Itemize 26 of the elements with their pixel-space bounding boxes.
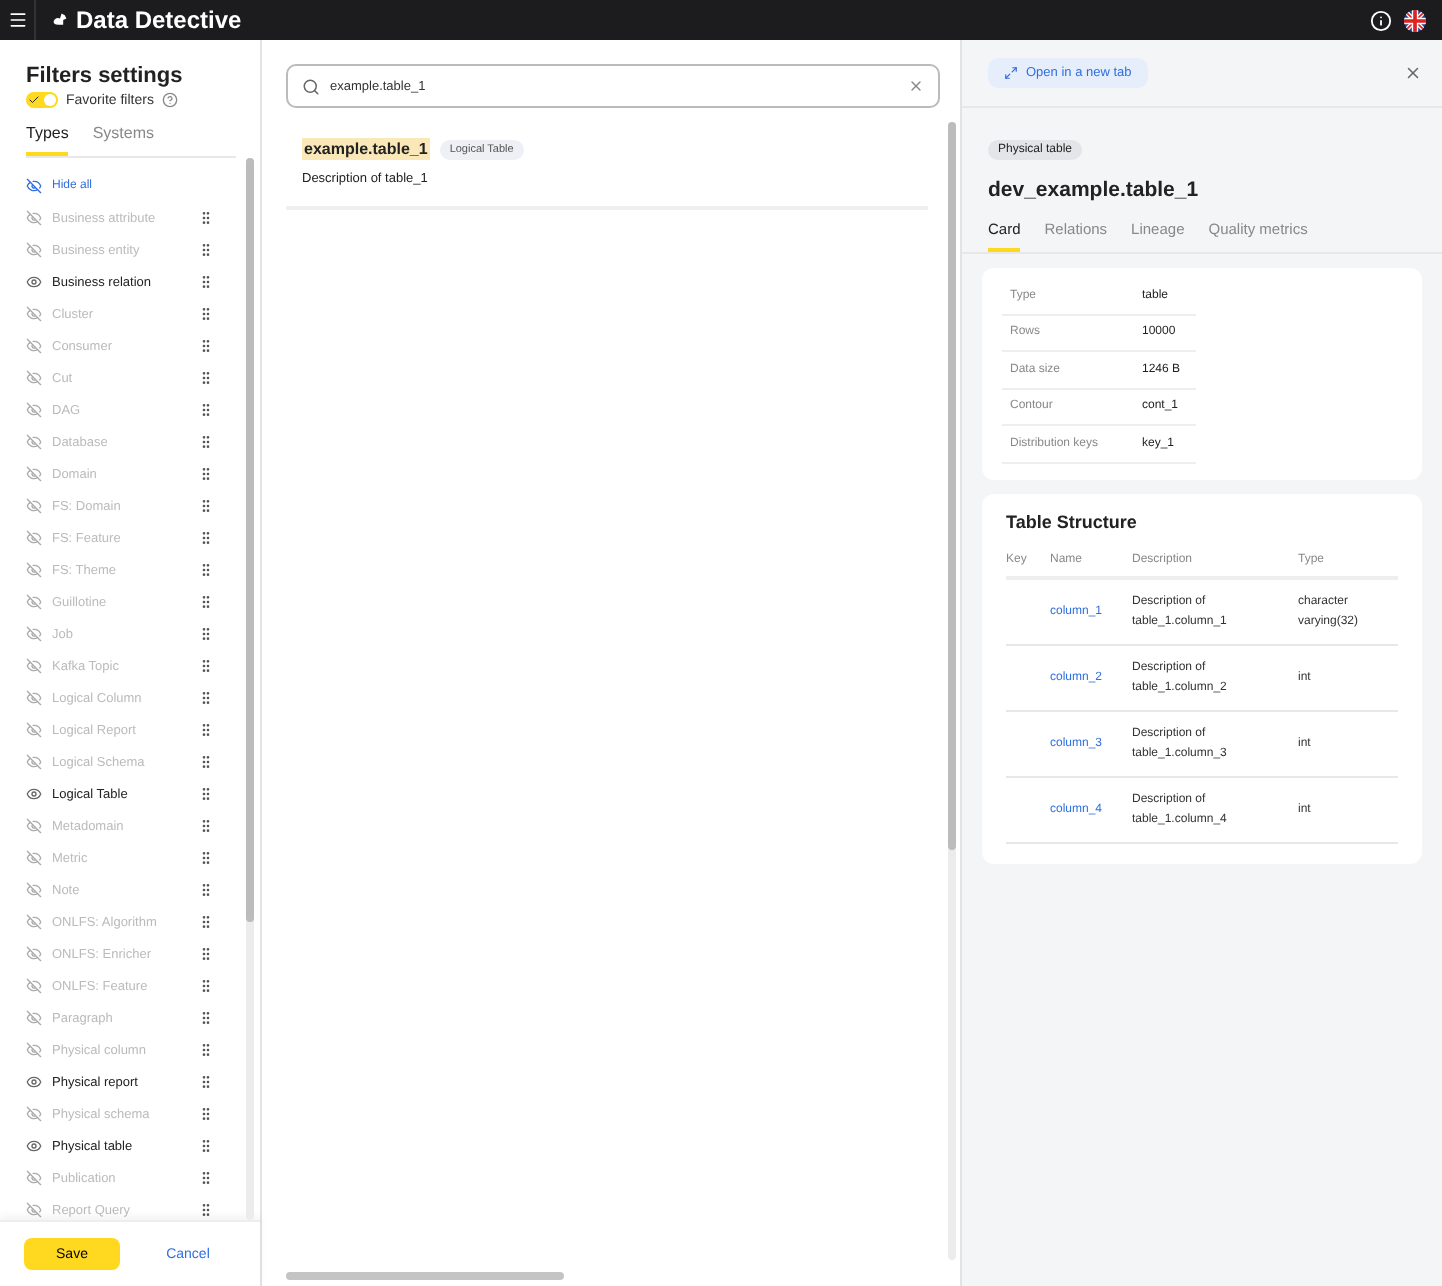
horizontal-scrollbar[interactable] [286,1272,564,1280]
search-icon [302,77,320,95]
app-title: Data Detective [76,6,242,34]
dog-logo-icon [52,12,68,28]
clear-icon[interactable] [908,78,924,94]
scrollbar[interactable] [246,158,254,1220]
help-icon[interactable] [161,92,178,108]
card-title: Table Structure [1006,511,1139,531]
favorite-toggle[interactable] [26,92,58,108]
entity-title: dev_example.table_1 [988,178,1201,202]
result-title[interactable]: example.table_1 [302,138,430,160]
filter-tab[interactable]: Systems [92,124,155,156]
eye-icon[interactable] [26,1074,42,1090]
eye-off-icon [26,178,42,194]
eye-icon[interactable] [26,274,42,290]
menu-icon [7,10,27,30]
scrollbar[interactable] [948,122,956,1260]
check-icon [28,94,40,106]
info-icon[interactable] [1370,9,1392,31]
eye-icon[interactable] [26,786,42,802]
close-button[interactable] [1404,64,1422,82]
filter-tab[interactable]: Types [26,124,69,156]
eye-icon[interactable] [26,1138,42,1154]
expand-icon [1004,66,1018,80]
panel-title: Filters settings [26,64,185,88]
flag-icon[interactable] [1404,9,1426,31]
